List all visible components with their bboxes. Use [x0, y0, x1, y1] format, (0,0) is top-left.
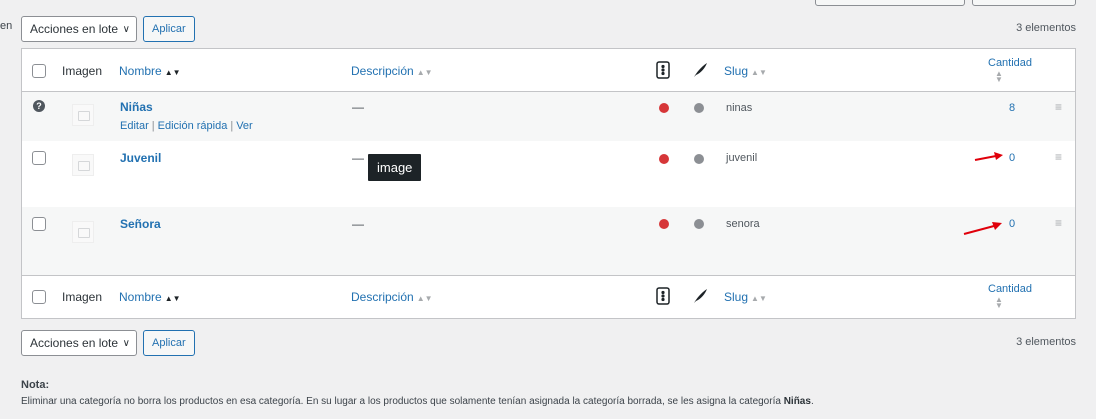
column-count[interactable]: Cantidad [988, 283, 1032, 295]
drag-handle-icon[interactable]: ≡ [1055, 150, 1062, 164]
image-placeholder-icon [72, 104, 94, 126]
red-arrow-annotation [963, 222, 1002, 235]
note-label: Nota: [21, 379, 50, 391]
item-count-top: 3 elementos [1016, 22, 1076, 34]
top-partial-button-1[interactable] [815, 0, 965, 6]
row-checkbox[interactable] [32, 151, 46, 165]
grey-status-dot [694, 103, 704, 113]
sort-icon: ▲▼ [995, 69, 1003, 84]
edit-link[interactable]: Editar [120, 120, 149, 132]
table-row: ? Niñas Editar | Edición rápida | Ver — nina… [22, 92, 1075, 141]
bulk-actions-value: Acciones en lote [30, 22, 119, 36]
select-all-checkbox[interactable] [32, 290, 46, 304]
note-text: Eliminar una categoría no borra los prod… [21, 396, 814, 407]
default-category: Niñas [783, 396, 811, 407]
column-name-label: Nombre [119, 64, 162, 78]
column-description-label: Descripción [351, 64, 414, 78]
sort-icon: ▲▼ [751, 68, 767, 77]
note-suffix: . [810, 396, 814, 407]
column-count[interactable]: Cantidad [988, 57, 1032, 69]
column-description[interactable]: Descripción ▲▼ [351, 64, 433, 78]
red-status-dot [659, 154, 669, 164]
slug-cell: juvenil [726, 152, 758, 164]
grey-status-dot [694, 219, 704, 229]
row-actions: Editar | Edición rápida | Ver [120, 120, 253, 132]
slug-cell: senora [726, 218, 760, 230]
table-row: Señora — senora 0 ≡ [22, 207, 1075, 277]
red-status-dot [659, 219, 669, 229]
row-checkbox[interactable] [32, 217, 46, 231]
column-name[interactable]: Nombre ▲▼ [119, 64, 181, 78]
categories-table: Imagen Nombre ▲▼ Descripción ▲▼ Slug ▲▼ Can… [21, 48, 1076, 319]
category-name-link[interactable]: Señora [120, 217, 161, 231]
column-slug[interactable]: Slug ▲▼ [724, 290, 767, 304]
grey-status-dot [694, 154, 704, 164]
image-placeholder-icon [72, 154, 94, 176]
top-partial-button-2[interactable] [972, 0, 1076, 6]
apply-button-bottom[interactable]: Aplicar [143, 330, 195, 356]
column-image: Imagen [62, 290, 103, 304]
column-slug[interactable]: Slug ▲▼ [724, 64, 767, 78]
bulk-actions-select-bottom[interactable]: Acciones en lote ∨ [21, 330, 137, 356]
red-arrow-annotation [974, 152, 1003, 161]
description-cell: — [352, 151, 364, 165]
category-name-link[interactable]: Juvenil [120, 151, 161, 165]
chevron-down-icon: ∨ [122, 23, 130, 35]
sort-icon: ▲▼ [751, 294, 767, 303]
quick-edit-link[interactable]: Edición rápida [158, 120, 228, 132]
view-link[interactable]: Ver [236, 120, 253, 132]
feather-icon [694, 289, 707, 303]
image-placeholder-icon [72, 221, 94, 243]
column-name-label: Nombre [119, 290, 162, 304]
image-tooltip: image [368, 154, 422, 181]
apply-button-top[interactable]: Aplicar [143, 16, 195, 42]
sort-icon: ▲▼ [416, 68, 433, 77]
feather-icon [694, 63, 707, 77]
category-name-link[interactable]: Niñas [120, 100, 153, 114]
drag-handle-icon[interactable]: ≡ [1055, 100, 1062, 114]
status-indicator-icon [656, 61, 670, 79]
column-description[interactable]: Descripción ▲▼ [351, 290, 433, 304]
bulk-actions-value: Acciones en lote [30, 336, 119, 350]
table-row: Juvenil — juvenil 0 ≡ [22, 141, 1075, 207]
sort-icon: ▲▼ [164, 294, 181, 303]
bulk-actions-select-top[interactable]: Acciones en lote ∨ [21, 16, 137, 42]
count-link[interactable]: 8 [1009, 102, 1015, 114]
sort-icon: ▲▼ [164, 68, 181, 77]
status-indicator-icon [656, 287, 670, 305]
column-image: Imagen [62, 64, 103, 78]
select-all-checkbox[interactable] [32, 64, 46, 78]
bottom-tablenav: Acciones en lote ∨ Aplicar [21, 330, 195, 356]
column-slug-label: Slug [724, 64, 749, 78]
count-link[interactable]: 0 [1009, 218, 1015, 230]
red-status-dot [659, 103, 669, 113]
count-link[interactable]: 0 [1009, 152, 1015, 164]
chevron-down-icon: ∨ [122, 337, 130, 349]
sort-icon: ▲▼ [995, 295, 1003, 310]
column-slug-label: Slug [724, 290, 749, 304]
column-name[interactable]: Nombre ▲▼ [119, 290, 181, 304]
description-cell: — [352, 100, 364, 114]
description-cell: — [352, 217, 364, 231]
table-footer: Imagen Nombre ▲▼ Descripción ▲▼ Slug ▲▼ Can… [22, 275, 1075, 318]
item-count-bottom: 3 elementos [1016, 336, 1076, 348]
sort-icon: ▲▼ [416, 294, 433, 303]
note-body: Eliminar una categoría no borra los prod… [21, 396, 784, 407]
table-header: Imagen Nombre ▲▼ Descripción ▲▼ Slug ▲▼ Can… [22, 49, 1075, 92]
drag-handle-icon[interactable]: ≡ [1055, 216, 1062, 230]
slug-cell: ninas [726, 102, 753, 114]
top-tablenav: Acciones en lote ∨ Aplicar [21, 16, 195, 42]
question-icon[interactable]: ? [33, 100, 45, 112]
column-description-label: Descripción [351, 290, 414, 304]
left-text-fragment: en [0, 20, 13, 32]
